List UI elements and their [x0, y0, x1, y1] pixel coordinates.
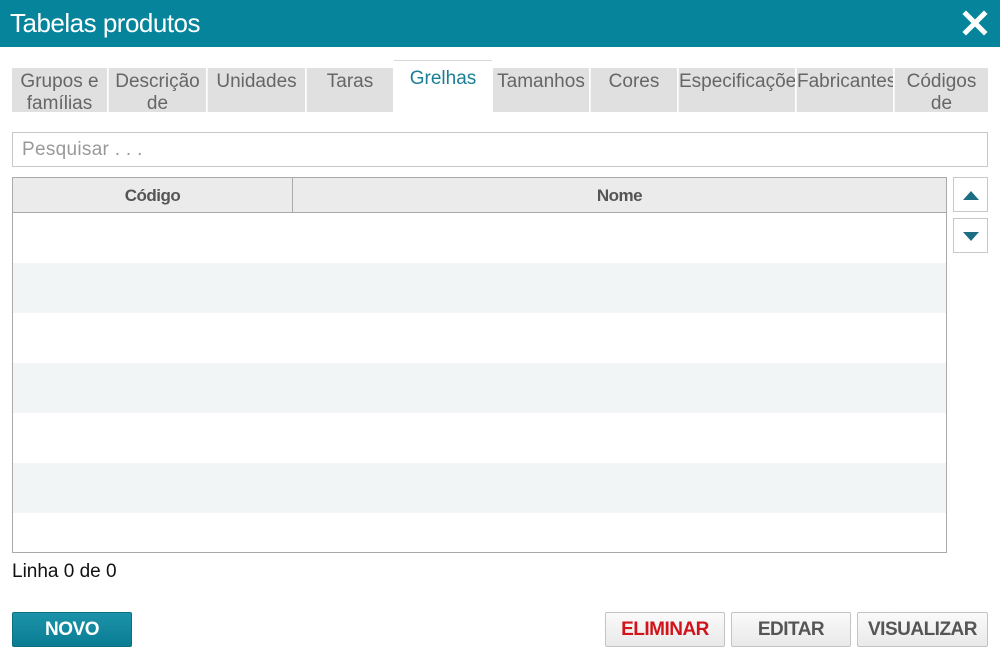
scroll-down-button[interactable] [953, 218, 988, 253]
grid-header: Código Nome [13, 178, 946, 213]
tab-especificacoes[interactable]: Especificações [679, 68, 795, 112]
search-input[interactable] [12, 132, 988, 167]
tab-label: Unidades [216, 71, 297, 92]
table-row[interactable] [13, 463, 946, 513]
table-row[interactable] [13, 263, 946, 313]
tab-tamanhos[interactable]: Tamanhos [493, 68, 589, 112]
tab-cores[interactable]: Cores [591, 68, 677, 112]
tab-label: Taras [326, 71, 374, 92]
tab-label: Cores [608, 71, 660, 92]
eliminar-button[interactable]: ELIMINAR [605, 612, 725, 647]
window-title: Tabelas produtos [10, 8, 201, 38]
tab-strip: Grupos e famílias Descrição de Unidades … [12, 60, 988, 112]
table-row[interactable] [13, 313, 946, 363]
tab-label: Grupos e famílias [20, 71, 99, 112]
tab-label: Fabricantes [797, 71, 893, 92]
tab-label: Grelhas [409, 68, 477, 89]
table-row[interactable] [13, 413, 946, 463]
novo-button[interactable]: NOVO [12, 612, 132, 647]
column-header-nome[interactable]: Nome [293, 178, 946, 212]
editar-button[interactable]: EDITAR [731, 612, 851, 647]
table-row[interactable] [13, 363, 946, 413]
tab-taras[interactable]: Taras [307, 68, 393, 112]
tab-label: Códigos de [906, 71, 977, 112]
tab-label: Especificações [679, 71, 795, 92]
scroll-up-button[interactable] [953, 177, 988, 212]
tab-codigos-de[interactable]: Códigos de [895, 68, 988, 112]
table-row[interactable] [13, 513, 946, 552]
tab-label: Tamanhos [497, 71, 585, 92]
tab-grupos-e-familias[interactable]: Grupos e famílias [12, 68, 107, 112]
tab-label: Descrição de [115, 71, 200, 112]
tab-fabricantes[interactable]: Fabricantes [797, 68, 893, 112]
table-row[interactable] [13, 213, 946, 263]
tab-unidades[interactable]: Unidades [208, 68, 305, 112]
data-grid[interactable]: Código Nome [12, 177, 947, 553]
close-icon[interactable] [962, 10, 988, 36]
title-bar: Tabelas produtos [0, 0, 1000, 47]
column-header-codigo[interactable]: Código [13, 178, 293, 212]
visualizar-button[interactable]: VISUALIZAR [857, 612, 988, 647]
triangle-down-icon [963, 232, 979, 241]
tab-descricao-de[interactable]: Descrição de [109, 68, 206, 112]
tab-grelhas[interactable]: Grelhas [394, 60, 492, 112]
row-status: Linha 0 de 0 [12, 561, 117, 582]
triangle-up-icon [963, 191, 979, 200]
